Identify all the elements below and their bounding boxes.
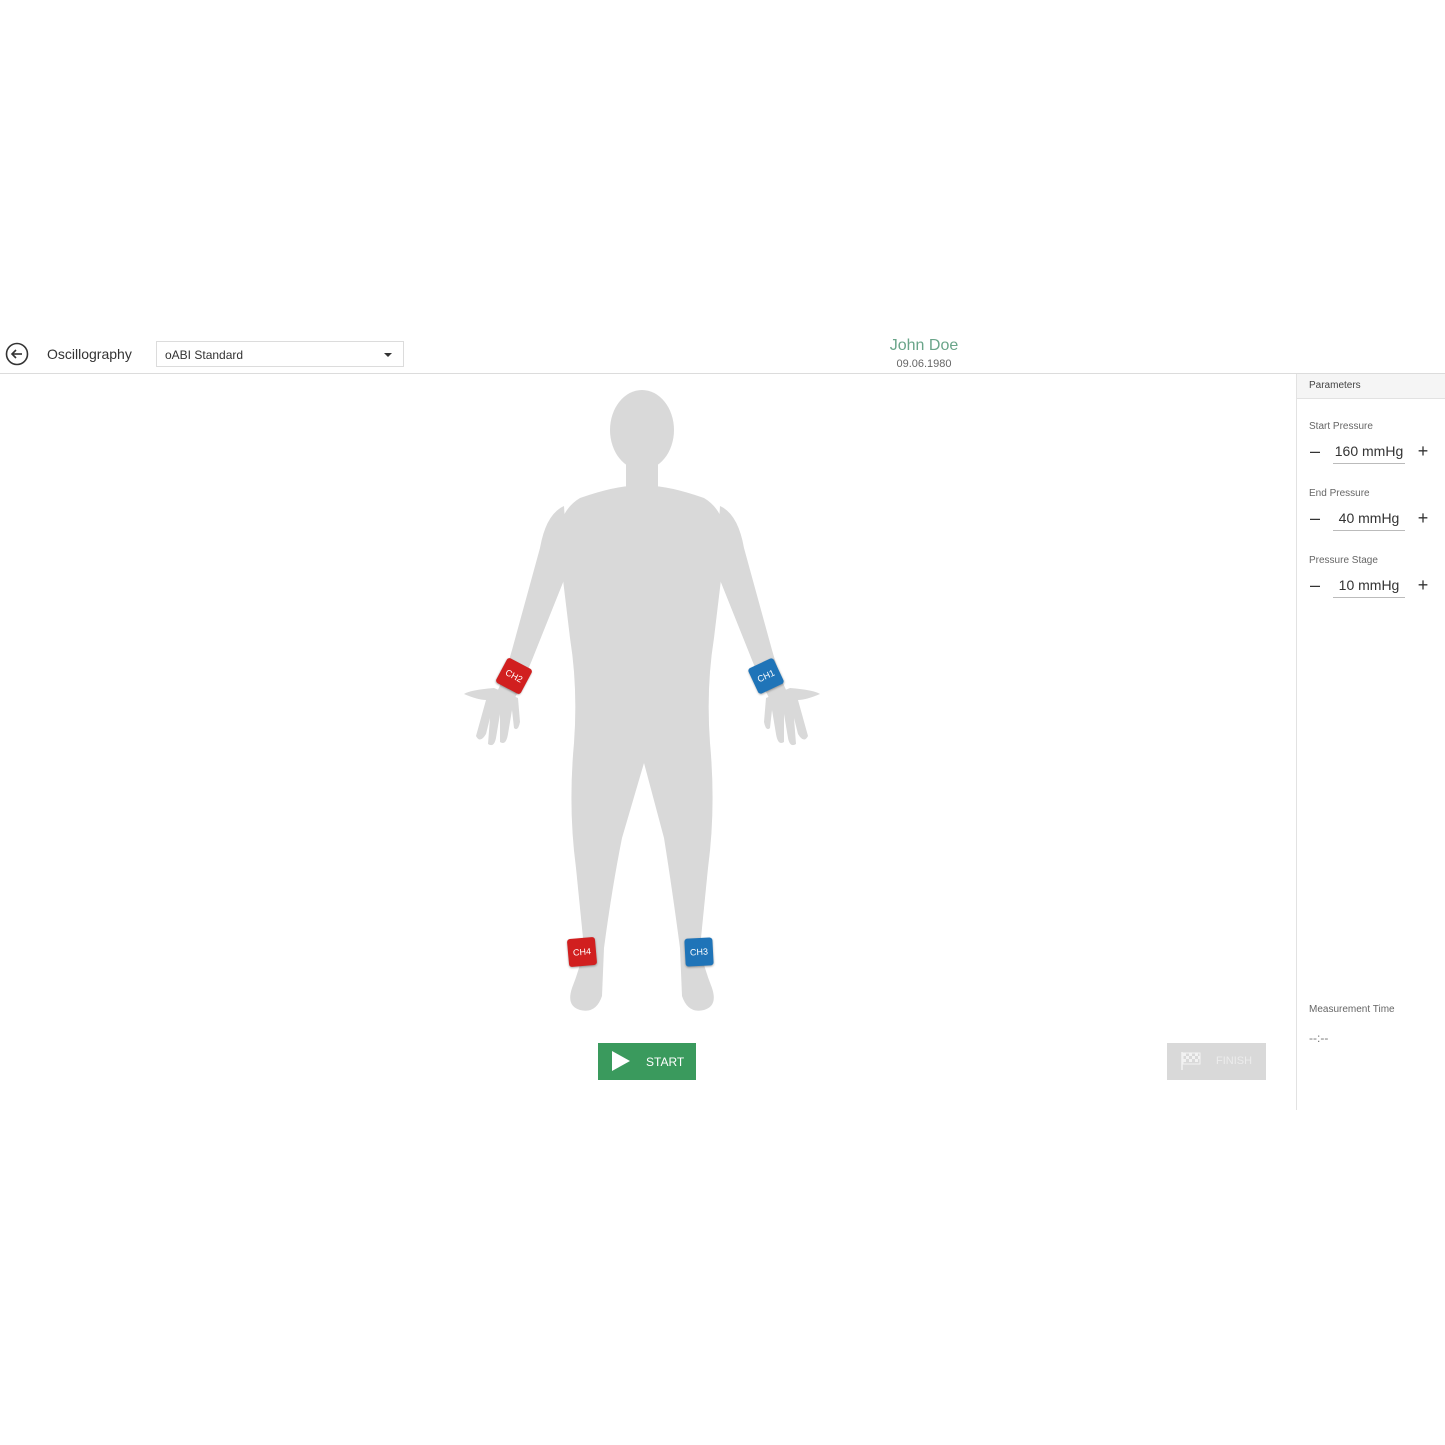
cuff-ch3[interactable]: CH3 (684, 937, 714, 967)
play-icon (612, 1051, 630, 1071)
tab-parameters-label: Parameters (1309, 380, 1361, 391)
measurement-time-label: Measurement Time (1309, 1004, 1395, 1015)
end-pressure-label: End Pressure (1309, 488, 1370, 499)
start-button-label: START (646, 1055, 685, 1069)
oscillography-app: Oscillography oABI Standard John Doe 09.… (0, 330, 1445, 1110)
measurement-time-value: --:-- (1309, 1031, 1329, 1045)
pressure-stage-control: Pressure Stage – + (1297, 555, 1445, 615)
finish-button-label: FINISH (1216, 1055, 1253, 1067)
page-title: Oscillography (47, 346, 132, 362)
body-silhouette-icon (464, 390, 820, 1011)
start-pressure-plus-button[interactable]: + (1413, 441, 1433, 461)
start-pressure-input[interactable] (1333, 439, 1405, 464)
pressure-stage-plus-button[interactable]: + (1413, 575, 1433, 595)
start-pressure-minus-button[interactable]: – (1305, 441, 1325, 461)
cuff-ch4[interactable]: CH4 (566, 936, 598, 968)
end-pressure-minus-button[interactable]: – (1305, 508, 1325, 528)
start-pressure-label: Start Pressure (1309, 421, 1373, 432)
protocol-select[interactable]: oABI Standard (156, 341, 404, 367)
back-button[interactable] (5, 342, 29, 366)
caret-down-icon (384, 353, 392, 357)
start-pressure-control: Start Pressure – + (1297, 421, 1445, 481)
pressure-stage-input[interactable] (1333, 573, 1405, 598)
end-pressure-input[interactable] (1333, 506, 1405, 531)
checkered-flag-icon (1181, 1052, 1201, 1070)
end-pressure-control: End Pressure – + (1297, 488, 1445, 548)
patient-dob: 09.06.1980 (896, 358, 952, 370)
pressure-stage-label: Pressure Stage (1309, 555, 1378, 566)
pressure-stage-minus-button[interactable]: – (1305, 575, 1325, 595)
main-area: CH2 CH1 CH4 CH3 START FINISH (0, 374, 1296, 1110)
finish-button[interactable]: FINISH (1167, 1043, 1266, 1080)
arrow-left-circle-icon (5, 342, 29, 366)
header-bar: Oscillography oABI Standard John Doe 09.… (0, 330, 1445, 374)
tab-parameters[interactable]: Parameters (1297, 374, 1445, 399)
patient-name: John Doe (889, 337, 959, 354)
patient-info: John Doe 09.06.1980 (824, 336, 1024, 372)
protocol-select-value: oABI Standard (165, 348, 244, 362)
start-button[interactable]: START (598, 1043, 696, 1080)
parameters-panel: Parameters Start Pressure – + End Pressu… (1296, 374, 1445, 1110)
end-pressure-plus-button[interactable]: + (1413, 508, 1433, 528)
